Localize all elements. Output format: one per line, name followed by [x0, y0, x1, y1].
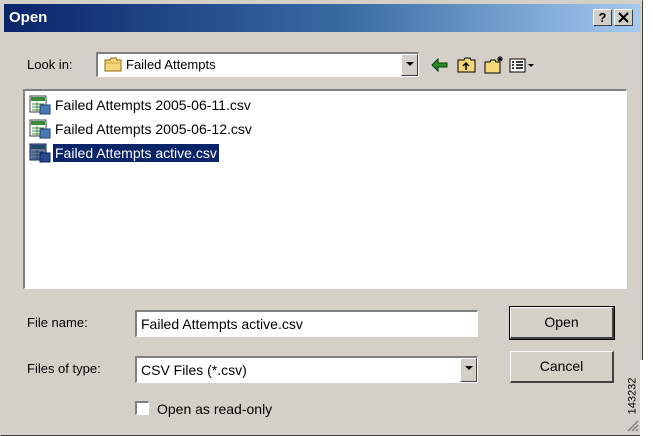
file-name-input[interactable]: Failed Attempts active.csv	[135, 310, 478, 337]
file-type-select[interactable]: CSV Files (*.csv)	[135, 356, 478, 383]
csv-file-icon	[29, 143, 51, 163]
cancel-button[interactable]: Cancel	[510, 351, 614, 383]
file-name: Failed Attempts 2005-06-12.csv	[55, 121, 252, 137]
file-name: Failed Attempts active.csv	[53, 144, 219, 162]
help-button[interactable]: ?	[593, 9, 612, 26]
up-one-level-button[interactable]	[456, 55, 478, 75]
view-menu-icon	[509, 58, 534, 73]
back-arrow-icon	[431, 57, 448, 73]
back-button[interactable]	[429, 55, 451, 75]
open-button[interactable]: Open	[509, 306, 615, 340]
look-in-dropdown-button[interactable]	[401, 54, 418, 76]
resize-grip-icon[interactable]	[627, 420, 639, 432]
dialog-title: Open	[9, 9, 48, 26]
new-folder-icon	[484, 56, 503, 74]
title-bar[interactable]: Open ?	[4, 4, 640, 32]
open-dialog: Open ? Look in: Failed Attempts Failed A…	[0, 0, 643, 436]
close-button[interactable]	[614, 9, 633, 26]
csv-file-icon	[29, 119, 51, 139]
csv-file-icon	[29, 95, 51, 115]
file-type-label: Files of type:	[27, 361, 101, 376]
close-icon	[618, 12, 629, 23]
view-menu-button[interactable]	[508, 55, 538, 75]
figure-id: 143232	[626, 377, 639, 415]
look-in-combo[interactable]: Failed Attempts	[96, 52, 419, 77]
look-in-value: Failed Attempts	[126, 57, 216, 72]
file-type-dropdown-button[interactable]	[460, 358, 477, 382]
create-new-folder-button[interactable]	[483, 55, 505, 75]
file-name-label: File name:	[27, 315, 88, 330]
read-only-label[interactable]: Open as read-only	[157, 401, 272, 417]
folder-icon	[104, 57, 122, 72]
file-name-value: Failed Attempts active.csv	[141, 316, 303, 332]
file-list[interactable]: Failed Attempts 2005-06-11.csv Failed At…	[23, 89, 627, 289]
figure-id-strip: 143232	[626, 360, 653, 436]
file-type-value: CSV Files (*.csv)	[141, 362, 247, 378]
look-in-label: Look in:	[27, 57, 73, 72]
up-folder-icon	[457, 57, 476, 73]
file-name: Failed Attempts 2005-06-11.csv	[55, 97, 251, 113]
read-only-checkbox[interactable]	[135, 401, 149, 415]
